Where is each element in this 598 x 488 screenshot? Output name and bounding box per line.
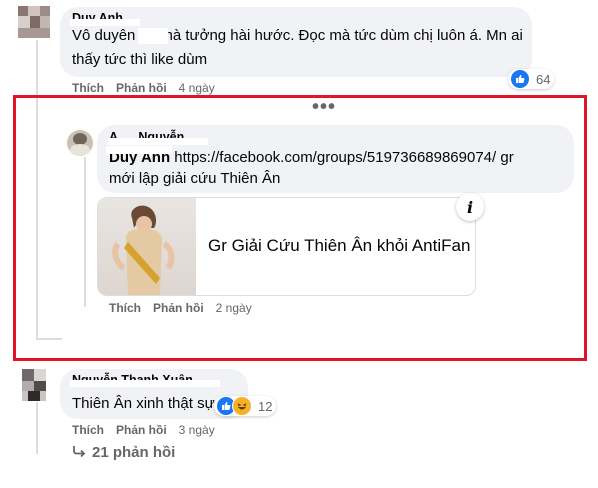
name-redaction <box>108 138 208 145</box>
reaction-summary[interactable]: 64 <box>508 69 555 89</box>
comment-actions: Thích Phản hồi 4 ngày <box>72 81 227 95</box>
link-preview-card[interactable]: Gr Giải Cứu Thiên Ân khỏi AntiFan <box>97 197 476 296</box>
like-button[interactable]: Thích <box>109 301 141 315</box>
avatar[interactable] <box>22 369 46 401</box>
timestamp[interactable]: 2 ngày <box>216 301 252 315</box>
like-reaction-icon <box>510 69 530 89</box>
avatar[interactable] <box>18 6 50 38</box>
text-redaction <box>106 146 172 154</box>
view-replies-label[interactable]: 21 phản hồi <box>92 444 175 461</box>
link-title[interactable]: Gr Giải Cứu Thiên Ân khỏi AntiFan <box>208 236 470 256</box>
reply-button[interactable]: Phản hồi <box>116 423 167 437</box>
thread-line <box>36 402 38 454</box>
haha-reaction-icon <box>232 396 252 416</box>
comment-actions: Thích Phản hồi 3 ngày <box>72 423 227 437</box>
more-options-icon[interactable]: ••• <box>312 96 336 119</box>
reaction-count: 64 <box>536 71 551 87</box>
like-button[interactable]: Thích <box>72 81 104 95</box>
group-link[interactable]: https://facebook.com/groups/519736689869… <box>174 149 513 166</box>
reaction-count: 12 <box>258 398 273 414</box>
info-icon[interactable]: i <box>456 193 484 221</box>
avatar[interactable] <box>67 130 93 156</box>
reaction-summary[interactable]: 12 <box>214 396 277 416</box>
timestamp[interactable]: 4 ngày <box>179 81 215 95</box>
comment-text: mới lập giải cứu Thiên Ân <box>109 170 281 187</box>
link-thumbnail <box>98 198 196 295</box>
reply-button[interactable]: Phản hồi <box>116 81 167 95</box>
timestamp[interactable]: 3 ngày <box>179 423 215 437</box>
name-redaction <box>70 19 140 26</box>
comment-actions: Thích Phản hồi 2 ngày <box>109 301 264 315</box>
text-redaction <box>138 28 168 44</box>
name-redaction <box>70 380 220 387</box>
view-replies-link[interactable]: 21 phản hồi <box>72 444 175 461</box>
comment-text: thấy tức thì like dùm <box>72 51 208 68</box>
reply-arrow-icon <box>72 444 86 461</box>
like-button[interactable]: Thích <box>72 423 104 437</box>
reply-button[interactable]: Phản hồi <box>153 301 204 315</box>
comment-text: Thiên Ân xinh thật sự <box>72 395 215 412</box>
